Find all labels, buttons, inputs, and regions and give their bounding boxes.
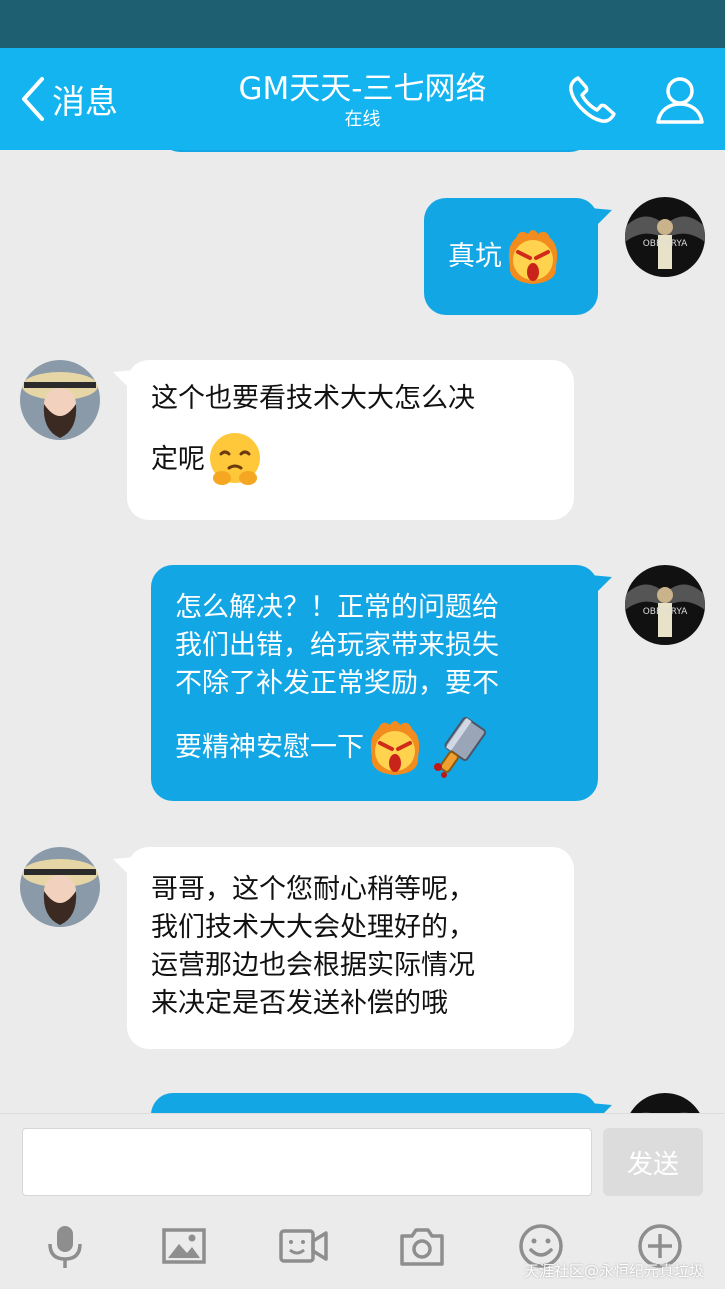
my-avatar[interactable]: OBE BRYA: [625, 197, 705, 277]
svg-text:OBE BRYA: OBE BRYA: [643, 607, 688, 617]
previous-message-bubble: [160, 150, 590, 152]
avatar-image: [20, 360, 100, 440]
svg-text:OBE BRYA: OBE BRYA: [643, 239, 688, 249]
chevron-left-icon: [22, 77, 44, 121]
message-text-line: 不除了补发正常奖励，要不: [175, 668, 499, 699]
mic-icon[interactable]: [41, 1222, 89, 1270]
contact-avatar[interactable]: [20, 847, 100, 927]
send-button[interactable]: 发送: [603, 1128, 703, 1196]
message-bubble-incoming[interactable]: 这个也要看技术大大怎么决 定呢: [127, 360, 574, 520]
avatar-image: OBE BRYA: [625, 197, 705, 277]
my-avatar[interactable]: OBE BRYA: [625, 565, 705, 645]
message-text-line: 来决定是否发送补偿的哦: [151, 988, 448, 1019]
message-text-line: 哥哥，这个您耐心稍等呢，: [151, 874, 475, 905]
message-text-line: 定呢: [151, 444, 205, 475]
message-bubble-outgoing[interactable]: 怎么解决？！正常的问题给 我们出错，给玩家带来损失 不除了补发正常奖励，要不 要…: [151, 565, 598, 801]
message-text: 真坑: [448, 240, 502, 272]
title-block: GM天天-三七网络 在线: [150, 70, 575, 132]
message-text-line: 我们技术大大会处理好的，: [151, 912, 475, 943]
sad-face-emoji: [210, 433, 260, 485]
profile-icon[interactable]: [652, 72, 708, 128]
avatar-image: [625, 1093, 705, 1113]
phone-icon[interactable]: [564, 72, 620, 128]
message-text-line: 要精神安慰一下: [175, 732, 364, 763]
camera-icon[interactable]: [398, 1222, 446, 1270]
message-bubble-incoming[interactable]: 哥哥，这个您耐心稍等呢， 我们技术大大会处理好的， 运营那边也会根据实际情况 来…: [127, 847, 574, 1049]
message-bubble-outgoing[interactable]: 真坑: [424, 198, 598, 315]
online-status: 在线: [344, 109, 381, 130]
back-label: 消息: [52, 82, 118, 121]
contact-avatar[interactable]: [20, 360, 100, 440]
cleaver-knife-emoji: [434, 716, 487, 778]
status-bar: [0, 0, 725, 48]
chat-header: 消息 GM天天-三七网络 在线: [0, 48, 725, 150]
back-button[interactable]: 消息: [18, 74, 118, 124]
angry-face-emoji: [370, 721, 420, 775]
message-text-line: 我们出错，给玩家带来损失: [175, 630, 499, 661]
page-title: GM天天-三七网络: [238, 71, 487, 107]
image-icon[interactable]: [160, 1222, 208, 1270]
video-call-icon[interactable]: [278, 1222, 330, 1270]
my-avatar[interactable]: [625, 1093, 705, 1113]
message-list[interactable]: OBE BRYA 真坑 这个也要看技术大大怎么决 定呢 OBE BRYA 怎么解…: [0, 150, 725, 1113]
watermark: 天涯社区@永恒纪元真垃圾: [524, 1262, 705, 1280]
message-bubble-outgoing[interactable]: [151, 1093, 598, 1113]
message-text-line: 运营那边也会根据实际情况: [151, 950, 475, 981]
message-text-line: 怎么解决？！正常的问题给: [175, 592, 499, 623]
message-text-line: 这个也要看技术大大怎么决: [151, 383, 475, 414]
angry-face-emoji: [508, 229, 558, 284]
avatar-image: OBE BRYA: [625, 565, 705, 645]
message-input[interactable]: [22, 1128, 592, 1196]
avatar-image: [20, 847, 100, 927]
